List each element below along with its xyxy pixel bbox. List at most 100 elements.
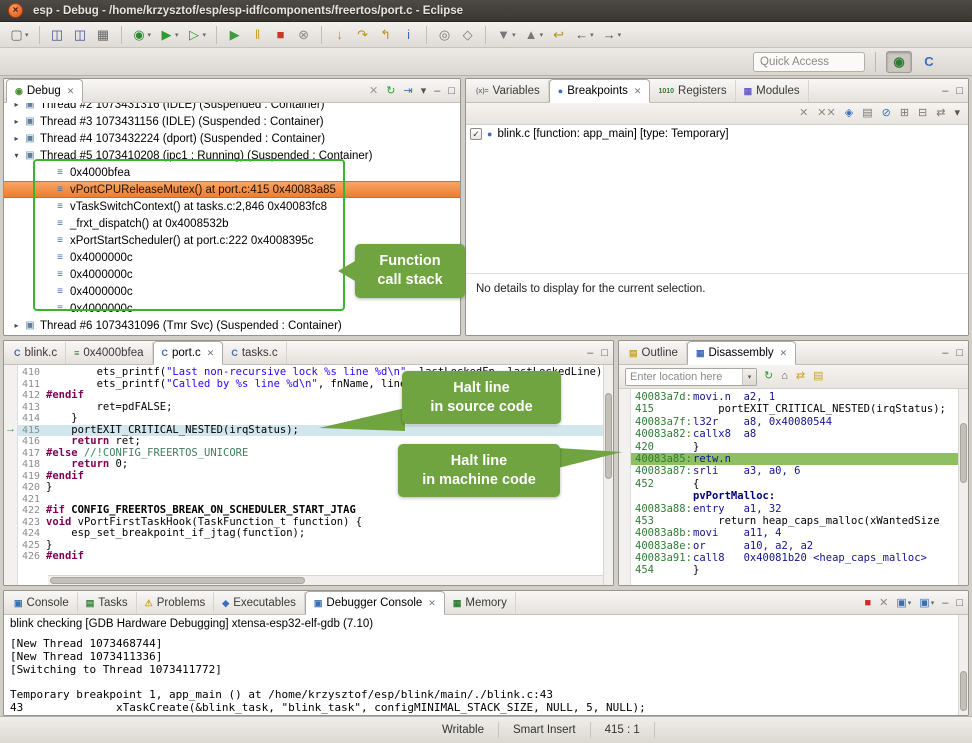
code-line[interactable]: 411 ets_printf("Called by %s line %d\n",…	[18, 379, 603, 391]
instruction-stepping-button[interactable]: i	[398, 26, 419, 43]
code-line[interactable]: 424 esp_set_breakpoint_if_jtag(function)…	[18, 528, 603, 540]
skip-all-breakpoints-button[interactable]: ⊘	[882, 108, 891, 119]
maximize-button[interactable]: □	[956, 598, 963, 609]
restart-button[interactable]: ↻	[386, 86, 395, 97]
console-body[interactable]: blink checking [GDB Hardware Debugging] …	[4, 615, 968, 715]
code-line[interactable]: 418 return 0;	[18, 459, 603, 471]
close-icon[interactable]: ✕	[634, 86, 642, 97]
view-tab-debug[interactable]: ◉Debug✕	[6, 79, 83, 103]
code-line[interactable]: 413 ret=pdFALSE;	[18, 402, 603, 414]
twisty-icon[interactable]: ▸	[10, 134, 23, 143]
view-tab-memory[interactable]: ▦Memory	[445, 592, 516, 614]
maximize-button[interactable]: □	[956, 348, 963, 359]
link-with-debug-view-button[interactable]: ⇄	[936, 108, 945, 119]
editor-tab-blink-c[interactable]: Cblink.c	[6, 342, 66, 364]
sync-with-active-debug-context-button[interactable]: ⇄	[796, 371, 805, 382]
view-tab-variables[interactable]: (x)=Variables	[468, 80, 549, 102]
code-line[interactable]: 425}	[18, 540, 603, 552]
display-selected-console-button[interactable]: ▣▾	[896, 598, 911, 609]
refresh-view-button[interactable]: ↻	[764, 371, 773, 382]
thread-row[interactable]: ▸▣Thread #3 1073431156 (IDLE) (Suspended…	[4, 113, 460, 130]
view-tab-modules[interactable]: ▦Modules	[736, 80, 809, 102]
view-tab-problems[interactable]: ⚠Problems	[137, 592, 215, 614]
stack-frame-row[interactable]: ≡0x4000000c	[4, 283, 460, 300]
editor-vscrollbar[interactable]	[603, 365, 613, 585]
remove-all-breakpoints-button[interactable]: ✕✕	[817, 108, 835, 119]
disassembly-vscrollbar[interactable]	[958, 389, 968, 585]
twisty-icon[interactable]: ▸	[10, 103, 23, 109]
view-tab-console[interactable]: ▣Console	[6, 592, 78, 614]
back-button[interactable]: ←▾	[571, 26, 597, 43]
cursor-position[interactable]: 415 : 1	[591, 722, 655, 738]
twisty-icon[interactable]: ▸	[10, 117, 23, 126]
show-breakpoints-for-selection-button[interactable]: ◈	[845, 108, 853, 119]
previous-annotation-button[interactable]: ▲▾	[521, 26, 547, 43]
last-edit-location-button[interactable]: ↩	[548, 26, 569, 43]
show-source-button[interactable]: ▤	[813, 371, 823, 382]
view-tab-outline[interactable]: ▤Outline	[621, 342, 687, 364]
editor-hscrollbar[interactable]	[48, 575, 603, 585]
maximize-button[interactable]: □	[601, 348, 608, 359]
location-dropdown-button[interactable]: ▾	[742, 369, 756, 385]
maximize-button[interactable]: □	[956, 86, 963, 97]
suspend-button[interactable]: ‖	[247, 26, 268, 43]
editor-tab-tasks-c[interactable]: Ctasks.c	[223, 342, 286, 364]
stack-frame-row[interactable]: ≡vTaskSwitchContext() at tasks.c:2,846 0…	[4, 198, 460, 215]
step-return-button[interactable]: ↰	[375, 26, 396, 43]
editor-tab-port-c[interactable]: Cport.c✕	[153, 341, 224, 365]
show-full-paths-button[interactable]: ⇥	[403, 86, 412, 97]
thread-row[interactable]: ▸▣Thread #2 1073431316 (IDLE) (Suspended…	[4, 103, 460, 113]
quick-access-input[interactable]: Quick Access	[753, 52, 865, 72]
view-tab-registers[interactable]: 1010Registers	[650, 80, 735, 102]
new-wizard-button[interactable]: ▢▾	[6, 26, 32, 43]
disassembly-line[interactable]: 40083a7f:l32r a8, 0x40080544	[631, 416, 958, 428]
disassembly-line[interactable]: 40083a85:retw.n	[631, 453, 958, 465]
collapse-all-button[interactable]: ⊟	[918, 108, 927, 119]
twisty-icon[interactable]: ▾	[10, 151, 23, 160]
thread-row[interactable]: ▾▣Thread #5 1073410208 (ipc1 : Running) …	[4, 147, 460, 164]
disassembly-line[interactable]: 40083a91:call8 0x40081b20 <heap_caps_mal…	[631, 552, 958, 564]
disassembly-line[interactable]: 40083a8e:or a10, a2, a2	[631, 540, 958, 552]
disassembly-line[interactable]: 415 portEXIT_CRITICAL_NESTED(irqStatus);	[631, 403, 958, 415]
twisty-icon[interactable]: ▸	[10, 321, 23, 330]
view-menu-button[interactable]: ▾	[421, 86, 427, 97]
minimize-button[interactable]: –	[587, 348, 593, 359]
breakpoint-row[interactable]: ✓ ● blink.c [function: app_main] [type: …	[466, 125, 968, 143]
stack-frame-row[interactable]: ≡xPortStartScheduler() at port.c:222 0x4…	[4, 232, 460, 249]
console-vscrollbar[interactable]	[958, 615, 968, 715]
disassembly-line[interactable]: 452{	[631, 478, 958, 490]
close-button[interactable]: ×	[8, 3, 23, 18]
disassembly-line[interactable]: 453 return heap_caps_malloc(xWantedSize	[631, 515, 958, 527]
remove-breakpoint-button[interactable]: ✕	[799, 108, 808, 119]
maximize-button[interactable]: □	[448, 86, 455, 97]
disassembly-line[interactable]: 454}	[631, 564, 958, 576]
open-element-button[interactable]: ◇	[457, 26, 478, 43]
step-into-button[interactable]: ↓	[329, 26, 350, 43]
external-tools-button[interactable]: ▷▾	[184, 26, 210, 43]
save-button[interactable]: ◫	[47, 26, 68, 43]
stack-frame-row[interactable]: ≡0x4000000c	[4, 266, 460, 283]
view-tab-debugger-console[interactable]: ▣Debugger Console✕	[305, 591, 445, 615]
terminate-button[interactable]: ■	[270, 26, 291, 43]
expand-all-button[interactable]: ⊞	[900, 108, 909, 119]
stack-frame-row[interactable]: ≡vPortCPUReleaseMutex() at port.c:415 0x…	[4, 181, 460, 198]
go-to-file-button[interactable]: ▤	[862, 108, 872, 119]
disassembly-line[interactable]: 40083a88:entry a1, 32	[631, 503, 958, 515]
minimize-button[interactable]: –	[434, 86, 440, 97]
minimize-button[interactable]: –	[942, 348, 948, 359]
disconnect-button[interactable]: ⊗	[293, 26, 314, 43]
stack-frame-row[interactable]: ≡_frxt_dispatch() at 0x4008532b	[4, 215, 460, 232]
code-line[interactable]: 419#endif	[18, 471, 603, 483]
minimize-button[interactable]: –	[942, 86, 948, 97]
save-all-button[interactable]: ◫	[70, 26, 91, 43]
close-icon[interactable]: ✕	[780, 348, 788, 359]
home-button[interactable]: ⌂	[781, 371, 788, 382]
disassembly-line[interactable]: pvPortMalloc:	[631, 490, 958, 502]
location-input[interactable]: Enter location here ▾	[625, 368, 757, 386]
remove-all-terminated-button[interactable]: ✕	[369, 86, 378, 97]
stack-frame-row[interactable]: ≡0x4000000c	[4, 300, 460, 317]
close-icon[interactable]: ✕	[207, 348, 215, 359]
close-icon[interactable]: ✕	[428, 598, 436, 609]
disassembly-line[interactable]: 40083a8b:movi a11, 4	[631, 527, 958, 539]
breakpoint-checkbox[interactable]: ✓	[470, 128, 482, 140]
